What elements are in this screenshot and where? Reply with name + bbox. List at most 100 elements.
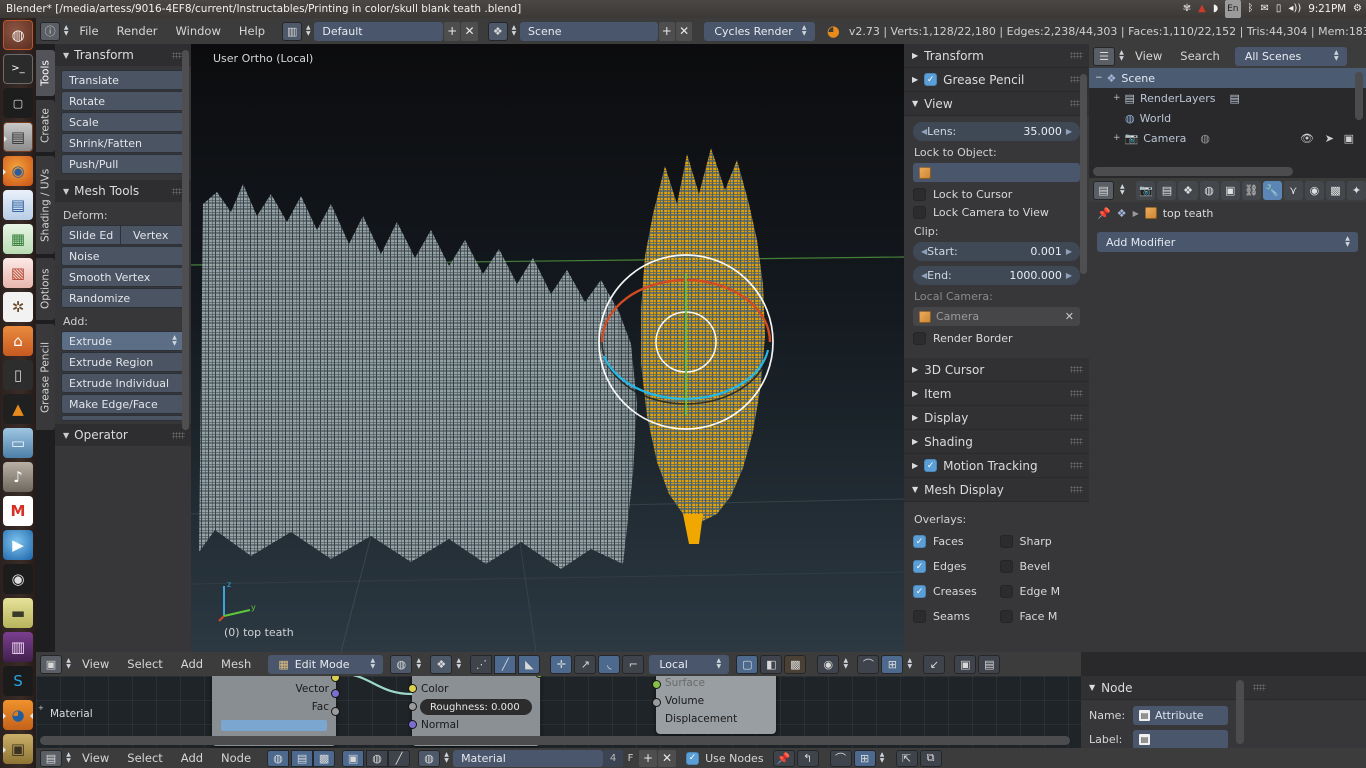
node-output-volume[interactable]: Volume (656, 692, 776, 710)
tool-tab-shading-uvs[interactable]: Shading / UVs (36, 156, 55, 254)
launcher-item-image-viewer-icon[interactable]: ▭ (3, 428, 33, 458)
properties-tab-data[interactable]: ✦ (1346, 180, 1366, 200)
object-icon[interactable]: ▣ (342, 749, 365, 767)
renderlayers-datablock-icon[interactable]: ▤ (1230, 92, 1240, 105)
node-editor[interactable]: + Material Color Vector Fac BSDF Color R… (36, 676, 1081, 748)
tool-tab-options[interactable]: Options (36, 258, 55, 320)
launcher-item-gmail-icon[interactable]: M (3, 496, 33, 526)
outliner-row-renderlayers[interactable]: + ▤ RenderLayers ▤ (1089, 88, 1366, 108)
view3d-editor-type-spinner[interactable]: ▲ ▼ (64, 655, 73, 674)
properties-tab-scene[interactable]: ❖ (1178, 180, 1198, 200)
lock-to-object-field[interactable] (913, 163, 1080, 182)
overlay-edges-checkbox[interactable]: ✓ (913, 560, 926, 573)
scene-icon[interactable]: ❖ (1117, 207, 1127, 220)
expand-icon[interactable]: + (1113, 93, 1121, 103)
render-border-row[interactable]: Render Border (913, 332, 1080, 345)
launcher-item-video-editor-icon[interactable]: ▥ (3, 632, 33, 662)
node-image-selector[interactable] (221, 720, 327, 731)
launcher-item-car-game-icon[interactable]: ▬ (3, 598, 33, 628)
snap-mode-spinner[interactable]: ▲ ▼ (905, 655, 914, 674)
selectable-cursor-icon[interactable]: ➤ (1325, 132, 1334, 145)
node-properties-scrollbar[interactable] (1236, 680, 1244, 744)
node-menu-view[interactable]: View (73, 748, 118, 768)
tool-button-randomize[interactable]: Randomize (61, 288, 185, 308)
volume-icon[interactable]: ◂)) (1288, 0, 1301, 18)
socket-roughness-icon[interactable] (408, 702, 417, 711)
npanel-section-transform[interactable]: ▶ Transform (904, 44, 1089, 68)
panel-header-mesh-tools[interactable]: ▼ Mesh Tools (55, 180, 191, 202)
launcher-item-libreoffice-calc-icon[interactable]: ▦ (3, 224, 33, 254)
view3d-editor-icon[interactable]: ▣ (40, 654, 62, 674)
edge-select-icon[interactable]: ╱ (494, 654, 517, 674)
node-socket-fac[interactable]: Fac (212, 698, 336, 716)
outliner-menu-search[interactable]: Search (1171, 44, 1229, 68)
info-editor-icon[interactable]: ⓘ (40, 21, 61, 41)
local-camera-field[interactable]: Camera ✕ (913, 307, 1080, 326)
new-scene-button[interactable]: + (658, 21, 675, 41)
launcher-item-archive-manager-icon[interactable]: ▤ (3, 122, 33, 152)
clip-end-field[interactable]: ◀ End: 1000.000 ▶ (913, 266, 1080, 285)
node-input-roughness[interactable]: Roughness: 0.000 (420, 699, 532, 715)
launcher-item-files-icon[interactable]: ▢ (3, 88, 33, 118)
view3d-menu-view[interactable]: View (73, 652, 118, 676)
world-icon[interactable]: ▤ (291, 749, 314, 767)
outliner-row-scene[interactable]: − ❖ Scene (1089, 68, 1366, 88)
snap-increment-icon[interactable]: ⊞ (853, 749, 876, 767)
scale-manipulator-icon[interactable]: ⌐ (622, 654, 645, 674)
pin-icon[interactable]: 📌 (772, 749, 795, 767)
tool-button-noise[interactable]: Noise (61, 246, 185, 266)
overlay-sharp-checkbox[interactable] (999, 535, 1013, 548)
scene-hint-spinner[interactable]: ▲ ▼ (454, 655, 463, 674)
tool-dropdown-extrude[interactable]: Extrude ▲ ▼ (61, 331, 185, 351)
use-nodes-checkbox[interactable]: ✓ (686, 751, 700, 765)
launcher-item-vlc-icon[interactable]: ▲ (3, 394, 33, 424)
launcher-item-robot-icon[interactable]: ▣ (3, 734, 33, 764)
render-icon[interactable]: ▣ (954, 654, 977, 674)
limit-selection-visible-icon[interactable]: ▢ (736, 654, 759, 674)
npanel-section-3d-cursor[interactable]: ▶ 3D Cursor (904, 358, 1089, 382)
camera-data-icon[interactable]: ◍ (1200, 132, 1210, 145)
auto-offset-icon[interactable]: ⇱ (895, 749, 918, 767)
scene-icon[interactable]: ❖ (487, 21, 508, 41)
overlay-faces-checkbox[interactable]: ✓ (913, 535, 926, 548)
lock-to-cursor-checkbox[interactable] (913, 188, 926, 201)
scene-spinner[interactable]: ▲ ▼ (510, 22, 518, 41)
add-modifier-dropdown[interactable]: Add Modifier ▲ ▼ (1097, 232, 1358, 252)
properties-tab-render[interactable]: 📷 (1136, 180, 1156, 200)
menu-window[interactable]: Window (167, 18, 230, 44)
tool-button-scale[interactable]: Scale (61, 112, 185, 132)
properties-tab-render-layers[interactable]: ▤ (1157, 180, 1177, 200)
tool-button-rotate[interactable]: Rotate (61, 91, 185, 111)
tool-button-push-pull[interactable]: Push/Pull (61, 154, 185, 174)
properties-editor-icon[interactable]: ▤ (1093, 180, 1115, 200)
npanel-section-shading[interactable]: ▶ Shading (904, 430, 1089, 454)
chevron-right-icon[interactable]: ▶ (1066, 247, 1072, 256)
tool-button-partial[interactable] (61, 415, 185, 421)
clear-local-camera-icon[interactable]: ✕ (1065, 310, 1074, 323)
properties-tab-physics[interactable]: ◉ (1304, 180, 1324, 200)
outliner-row-world[interactable]: ◍ World (1089, 108, 1366, 128)
socket-volume-icon[interactable] (652, 680, 661, 689)
panel-header-operator[interactable]: ▼ Operator (55, 424, 191, 446)
properties-tab-particles[interactable]: ⋎ (1283, 180, 1303, 200)
node-menu-select[interactable]: Select (118, 748, 171, 768)
overlay-face-m-row[interactable]: Face M (999, 610, 1081, 623)
npanel-section-grease-pencil[interactable]: ▶ ✓ Grease Pencil (904, 68, 1089, 92)
overlay-edge-m-checkbox[interactable] (999, 585, 1013, 598)
world-context-icon[interactable]: ◍ (366, 749, 389, 767)
node-menu-node[interactable]: Node (212, 748, 260, 768)
properties-tab-world[interactable]: ◍ (1199, 180, 1219, 200)
collapse-icon[interactable]: − (1095, 73, 1103, 83)
npanel-scrollbar[interactable] (1080, 74, 1087, 274)
launcher-item-firefox-icon[interactable]: ◉ (3, 156, 33, 186)
grease-pencil-checkbox[interactable]: ✓ (924, 73, 938, 86)
translate-manipulator-icon[interactable]: ↗ (574, 654, 597, 674)
outliner-editor-icon[interactable]: ☰ (1093, 46, 1115, 66)
lock-to-cursor-row[interactable]: Lock to Cursor (913, 188, 1080, 201)
npanel-section-motion-tracking[interactable]: ▶ ✓ Motion Tracking (904, 454, 1089, 478)
overlay-bevel-checkbox[interactable] (999, 560, 1013, 573)
outliner-row-camera[interactable]: + 📷 Camera ◍ 👁 ➤ ▣ (1089, 128, 1366, 148)
snap-magnet-icon[interactable]: ⌒ (857, 654, 880, 674)
npanel-section-item[interactable]: ▶ Item (904, 382, 1089, 406)
material-datablock-icon[interactable]: ◍ (418, 749, 441, 767)
